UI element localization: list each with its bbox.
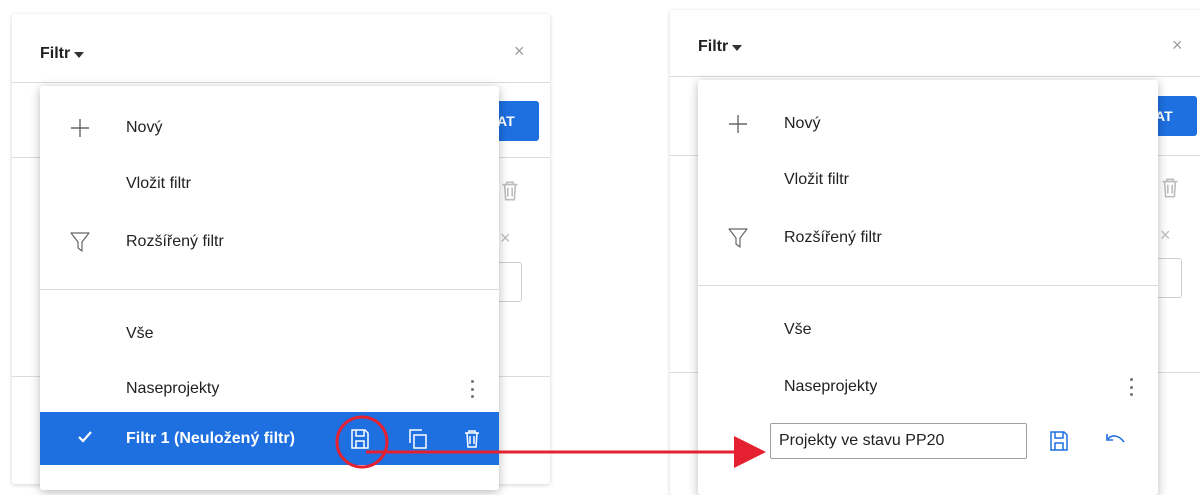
funnel-icon: [726, 226, 750, 250]
selected-filter-label: Filtr 1 (Neuložený filtr): [126, 429, 295, 447]
menu-item-advanced-filter-label: Rozšířený filtr: [126, 233, 224, 250]
saved-filter-all[interactable]: Vše: [40, 306, 499, 362]
funnel-icon: [68, 230, 92, 254]
saved-filter-all-label: Vše: [784, 321, 812, 338]
saved-filter-naseprojekty[interactable]: Naseprojekty: [40, 361, 499, 417]
selected-filter-row[interactable]: Filtr 1 (Neuložený filtr): [40, 412, 499, 465]
kebab-menu-icon[interactable]: [1128, 375, 1134, 399]
menu-item-paste-filter[interactable]: Vložit filtr: [698, 152, 1158, 208]
menu-item-advanced-filter[interactable]: Rozšířený filtr: [40, 214, 499, 270]
menu-item-paste-filter[interactable]: Vložit filtr: [40, 156, 499, 212]
right-close-icon[interactable]: ×: [1172, 36, 1183, 54]
menu-item-paste-filter-label: Vložit filtr: [784, 171, 849, 188]
saved-filter-all-label: Vše: [126, 325, 154, 342]
left-filter-menu: Nový Vložit filtr Rozšířený filtr Vše Na…: [40, 86, 499, 490]
menu-item-advanced-filter-label: Rozšířený filtr: [784, 229, 882, 246]
left-header-title: Filtr: [40, 45, 71, 62]
menu-item-new[interactable]: Nový: [698, 96, 1158, 152]
right-filter-menu: Nový Vložit filtr Rozšířený filtr Vše Na…: [698, 80, 1158, 495]
undo-icon[interactable]: [1104, 429, 1128, 453]
right-filter-header[interactable]: Filtr: [698, 38, 743, 56]
right-caret-down-icon: [732, 45, 743, 51]
left-background-close-icon: ×: [500, 228, 511, 248]
left-apply-button-label: AT: [497, 113, 515, 129]
save-icon[interactable]: [1047, 429, 1071, 453]
menu-item-new[interactable]: Nový: [40, 100, 499, 156]
left-header-divider: [12, 82, 550, 83]
save-icon[interactable]: [348, 427, 372, 451]
saved-filter-naseprojekty-label: Naseprojekty: [784, 378, 878, 395]
menu-divider: [40, 289, 499, 290]
saved-filter-naseprojekty[interactable]: Naseprojekty: [698, 359, 1158, 415]
right-apply-button[interactable]: AT: [1153, 96, 1197, 136]
rename-filter-row: [698, 413, 1158, 469]
left-apply-button[interactable]: AT: [495, 101, 539, 141]
check-icon: [78, 430, 92, 448]
saved-filter-naseprojekty-label: Naseprojekty: [126, 380, 220, 397]
filter-name-input[interactable]: [770, 423, 1027, 459]
right-header-title: Filtr: [698, 38, 729, 55]
right-background-trash-icon: [1157, 175, 1179, 201]
menu-item-advanced-filter[interactable]: Rozšířený filtr: [698, 210, 1158, 266]
menu-item-new-label: Nový: [126, 119, 163, 136]
left-background-trash-icon: [497, 178, 519, 204]
copy-icon[interactable]: [406, 427, 430, 451]
menu-item-new-label: Nový: [784, 115, 821, 132]
menu-item-paste-filter-label: Vložit filtr: [126, 175, 191, 192]
menu-divider: [698, 285, 1158, 286]
left-close-icon[interactable]: ×: [514, 42, 525, 60]
left-filter-header[interactable]: Filtr: [40, 45, 85, 63]
right-background-close-icon: ×: [1160, 225, 1171, 245]
right-header-divider: [670, 76, 1200, 77]
delete-icon[interactable]: [460, 427, 484, 451]
plus-icon: [68, 116, 92, 140]
left-caret-down-icon: [74, 52, 85, 58]
saved-filter-all[interactable]: Vše: [698, 302, 1158, 358]
plus-icon: [726, 112, 750, 136]
kebab-menu-icon[interactable]: [469, 377, 475, 401]
